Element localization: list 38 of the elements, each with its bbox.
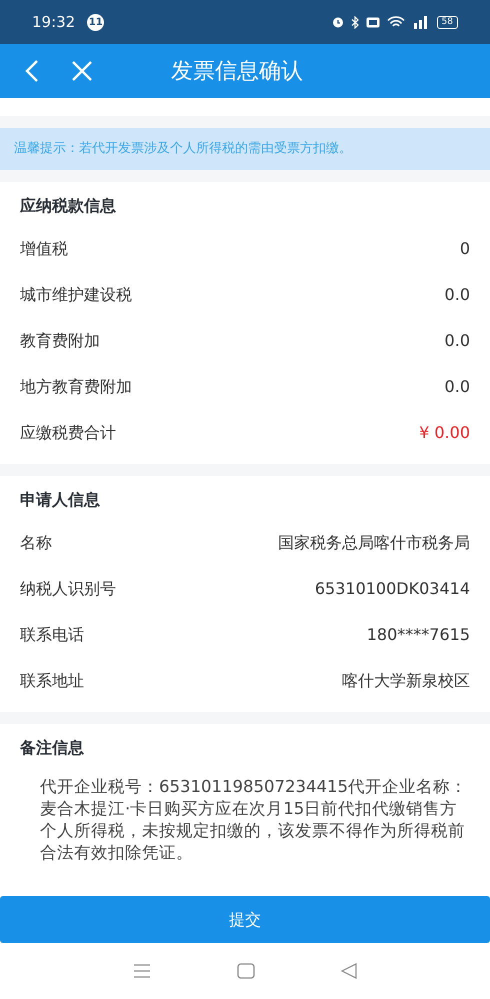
- row-value: 180****7615: [366, 624, 470, 646]
- row-label: 联系电话: [20, 624, 84, 646]
- row-value: 65310100DK03414: [314, 578, 470, 600]
- alarm-icon: [332, 16, 344, 28]
- row-value: 0: [460, 238, 470, 260]
- row-value: 喀什大学新泉校区: [342, 670, 470, 692]
- row-label: 应缴税费合计: [20, 422, 116, 444]
- section-title: 应纳税款信息: [20, 195, 116, 217]
- notification-badge: 11: [87, 14, 104, 30]
- row-label: 纳税人识别号: [20, 578, 116, 600]
- back-nav-icon[interactable]: [341, 963, 357, 979]
- section-title: 备注信息: [20, 737, 84, 759]
- notice-banner: 温馨提示：若代开发票涉及个人所得税的需由受票方扣缴。: [0, 116, 490, 170]
- bluetooth-icon: [350, 16, 359, 28]
- row-label: 名称: [20, 532, 52, 554]
- row-value: 0.0: [444, 330, 470, 352]
- menu-icon[interactable]: [133, 964, 151, 978]
- battery-indicator: 58: [436, 16, 458, 28]
- status-time: 19:32: [32, 12, 76, 33]
- row-label: 城市维护建设税: [20, 284, 132, 306]
- remarks-text: 代开企业税号：653101198507234415代开企业名称：麦合木提江·卡日购买方应在次月15日前代扣代缴销售方个人所得税，未按规定扣缴的，该发票不得作为所得税前合法有效扣除凭证。: [39, 776, 468, 864]
- row-value: 0.0: [444, 284, 470, 306]
- row-value: ¥ 0.00: [419, 422, 470, 444]
- row-label: 联系地址: [20, 670, 84, 692]
- wifi-icon: [386, 16, 405, 28]
- signal-icon: [412, 16, 430, 28]
- row-label: 增值税: [20, 238, 68, 260]
- section-title: 申请人信息: [20, 489, 100, 511]
- submit-button[interactable]: 提交: [0, 896, 490, 943]
- row-label: 教育费附加: [20, 330, 100, 352]
- row-label: 地方教育费附加: [20, 376, 132, 398]
- back-icon: [25, 59, 39, 83]
- home-icon[interactable]: [237, 963, 255, 979]
- close-icon: [71, 60, 93, 82]
- hd-icon: [366, 16, 380, 28]
- row-value: 0.0: [444, 376, 470, 398]
- page-title: 发票信息确认: [171, 58, 303, 86]
- row-value: 国家税务总局喀什市税务局: [278, 532, 470, 554]
